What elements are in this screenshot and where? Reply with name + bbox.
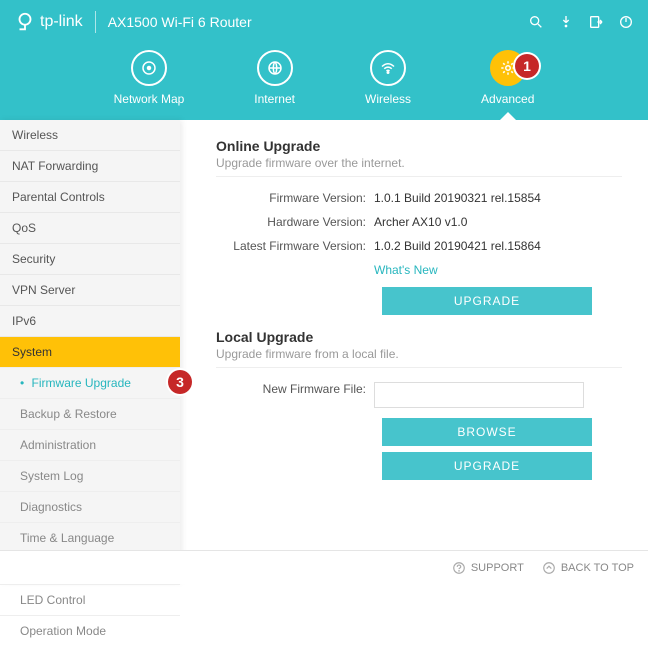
nav-network-map[interactable]: Network Map bbox=[114, 50, 185, 106]
support-label: SUPPORT bbox=[471, 562, 524, 574]
sidebar: Wireless NAT Forwarding Parental Control… bbox=[0, 120, 180, 582]
sidebar-sub-label: Firmware Upgrade bbox=[32, 376, 131, 390]
fw-version-label: Firmware Version: bbox=[216, 191, 374, 205]
nav-advanced[interactable]: Advanced 1 bbox=[481, 50, 534, 106]
support-icon bbox=[452, 561, 466, 575]
sidebar-item-security[interactable]: Security bbox=[0, 243, 180, 274]
hw-version-label: Hardware Version: bbox=[216, 215, 374, 229]
callout-1: 1 bbox=[515, 54, 539, 78]
footer: SUPPORT BACK TO TOP bbox=[0, 550, 648, 584]
sidebar-sub-led[interactable]: LED Control bbox=[0, 584, 180, 615]
sidebar-item-qos[interactable]: QoS bbox=[0, 212, 180, 243]
sidebar-item-vpn[interactable]: VPN Server bbox=[0, 274, 180, 305]
product-name: AX1500 Wi-Fi 6 Router bbox=[108, 14, 252, 30]
network-map-icon bbox=[140, 59, 158, 77]
tplink-logo-icon bbox=[14, 11, 36, 33]
sidebar-sub-time[interactable]: Time & Language bbox=[0, 522, 180, 553]
nav-wireless[interactable]: Wireless bbox=[365, 50, 411, 106]
nav-label: Advanced bbox=[481, 92, 534, 106]
online-upgrade-sub: Upgrade firmware over the internet. bbox=[216, 156, 622, 177]
online-upgrade-title: Online Upgrade bbox=[216, 138, 622, 154]
whats-new-link[interactable]: What's New bbox=[374, 263, 438, 277]
sidebar-sub-backup[interactable]: Backup & Restore bbox=[0, 398, 180, 429]
info-row: Latest Firmware Version: 1.0.2 Build 201… bbox=[216, 239, 622, 253]
local-upgrade-button[interactable]: UPGRADE bbox=[382, 452, 592, 480]
globe-icon bbox=[266, 59, 284, 77]
sidebar-sub-diag[interactable]: Diagnostics bbox=[0, 491, 180, 522]
local-upgrade-sub: Upgrade firmware from a local file. bbox=[216, 347, 622, 368]
nav-label: Wireless bbox=[365, 92, 411, 106]
new-fw-file-input[interactable] bbox=[374, 382, 584, 408]
body: Wireless NAT Forwarding Parental Control… bbox=[0, 120, 648, 582]
back-to-top-icon bbox=[542, 561, 556, 575]
nav-label: Internet bbox=[254, 92, 295, 106]
info-row: Firmware Version: 1.0.1 Build 20190321 r… bbox=[216, 191, 622, 205]
reboot-icon[interactable] bbox=[618, 14, 634, 30]
local-upgrade-title: Local Upgrade bbox=[216, 329, 622, 345]
support-button[interactable]: SUPPORT bbox=[452, 561, 524, 575]
hw-version-value: Archer AX10 v1.0 bbox=[374, 215, 467, 229]
sidebar-item-system[interactable]: System bbox=[0, 336, 180, 367]
sidebar-sub-opmode[interactable]: Operation Mode bbox=[0, 615, 180, 646]
brand-logo: tp-link bbox=[14, 11, 83, 33]
browse-button[interactable]: BROWSE bbox=[382, 418, 592, 446]
sidebar-item-parental[interactable]: Parental Controls bbox=[0, 181, 180, 212]
fw-version-value: 1.0.1 Build 20190321 rel.15854 bbox=[374, 191, 541, 205]
nav-label: Network Map bbox=[114, 92, 185, 106]
info-row: What's New bbox=[216, 263, 622, 277]
main-nav: Network Map Internet Wireless Advanced 1 bbox=[0, 44, 648, 120]
nav-internet[interactable]: Internet bbox=[254, 50, 295, 106]
wifi-icon bbox=[379, 59, 397, 77]
back-to-top-button[interactable]: BACK TO TOP bbox=[542, 561, 634, 575]
sidebar-item-wireless[interactable]: Wireless bbox=[0, 120, 180, 150]
sidebar-sub-admin[interactable]: Administration bbox=[0, 429, 180, 460]
info-row: Hardware Version: Archer AX10 v1.0 bbox=[216, 215, 622, 229]
back-to-top-label: BACK TO TOP bbox=[561, 562, 634, 574]
download-icon[interactable] bbox=[558, 14, 574, 30]
brand-text: tp-link bbox=[40, 13, 83, 31]
sidebar-sub-firmware[interactable]: Firmware Upgrade 3 bbox=[0, 367, 180, 398]
logout-icon[interactable] bbox=[588, 14, 604, 30]
callout-3: 3 bbox=[168, 370, 192, 394]
header-actions bbox=[528, 14, 634, 30]
latest-fw-label: Latest Firmware Version: bbox=[216, 239, 374, 253]
online-upgrade-button[interactable]: UPGRADE bbox=[382, 287, 592, 315]
info-row: New Firmware File: bbox=[216, 382, 622, 408]
sidebar-item-ipv6[interactable]: IPv6 bbox=[0, 305, 180, 336]
sidebar-item-nat[interactable]: NAT Forwarding bbox=[0, 150, 180, 181]
search-icon[interactable] bbox=[528, 14, 544, 30]
header-divider bbox=[95, 11, 96, 33]
main-content: Online Upgrade Upgrade firmware over the… bbox=[180, 120, 648, 582]
latest-fw-value: 1.0.2 Build 20190421 rel.15864 bbox=[374, 239, 541, 253]
header-top: tp-link AX1500 Wi-Fi 6 Router bbox=[0, 0, 648, 44]
new-fw-file-label: New Firmware File: bbox=[216, 382, 374, 408]
sidebar-sub-log[interactable]: System Log bbox=[0, 460, 180, 491]
header: tp-link AX1500 Wi-Fi 6 Router Network Ma… bbox=[0, 0, 648, 120]
gear-icon bbox=[499, 59, 517, 77]
